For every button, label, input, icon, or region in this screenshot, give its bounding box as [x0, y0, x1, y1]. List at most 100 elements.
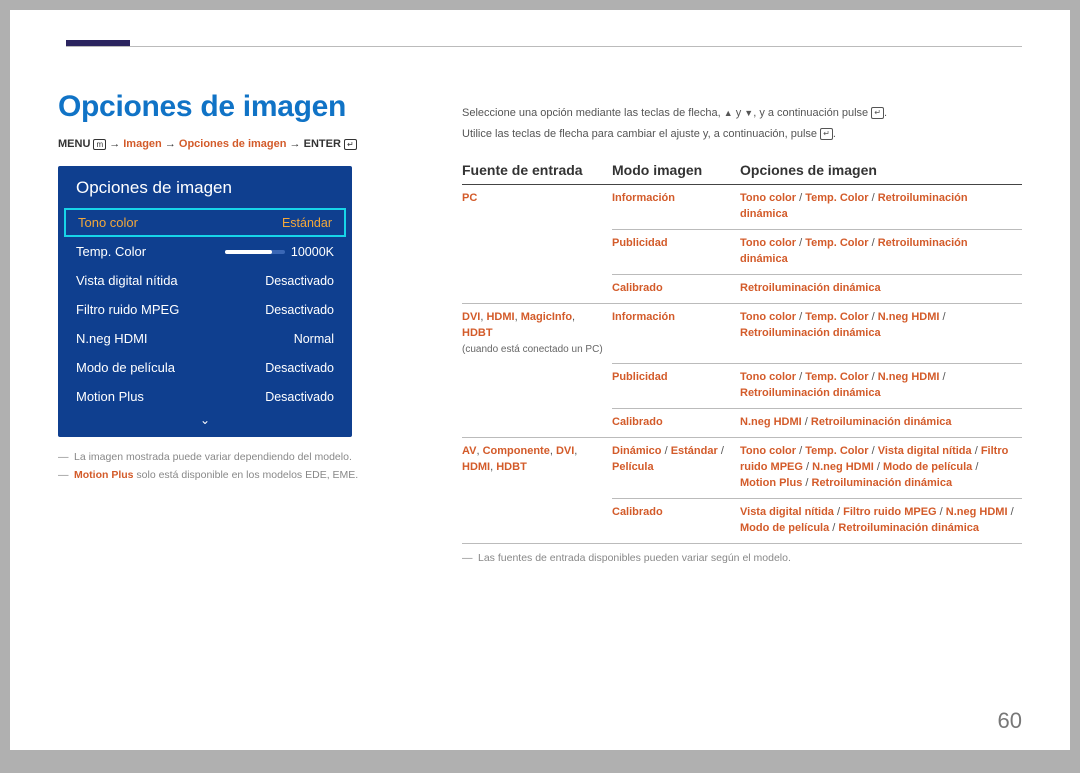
cell-opciones: N.neg HDMI / Retroiluminación dinámica	[740, 408, 1022, 437]
table-row: PublicidadTono color / Temp. Color / Ret…	[462, 229, 1022, 274]
highlight-term: Tono color	[740, 445, 796, 457]
table-row: PCInformaciónTono color / Temp. Color / …	[462, 185, 1022, 230]
table-row: Calibrado N.neg HDMI / Retroiluminación d…	[462, 408, 1022, 437]
highlight-term: DVI	[556, 445, 574, 457]
cell-modo: Información	[612, 303, 740, 363]
osd-row-label: Filtro ruido MPEG	[76, 302, 179, 317]
th-opciones: Opciones de imagen	[740, 156, 1022, 185]
highlight-term: Retroiluminación dinámica	[740, 282, 881, 294]
highlight-term: Calibrado	[612, 416, 663, 428]
highlight-term: N.neg HDMI	[812, 461, 874, 473]
osd-row: Motion PlusDesactivado	[58, 382, 352, 411]
arrow-down-icon	[744, 107, 753, 119]
cell-fuente	[462, 498, 612, 543]
highlight-term: Motion Plus	[740, 477, 802, 489]
highlight-term: Tono color	[740, 311, 796, 323]
highlight-term: Publicidad	[612, 237, 668, 249]
highlight-term: HDBT	[496, 461, 527, 473]
osd-row: Modo de película Desactivado	[58, 353, 352, 382]
highlight-term: Película	[612, 461, 654, 473]
table-footnote: Las fuentes de entrada disponibles puede…	[462, 552, 1022, 564]
chevron-down-icon: ⌄	[58, 411, 352, 433]
right-column: Seleccione una opción mediante las tecla…	[462, 105, 1022, 564]
osd-row: Filtro ruido MPEGDesactivado	[58, 295, 352, 324]
cell-fuente	[462, 274, 612, 303]
th-fuente: Fuente de entrada	[462, 156, 612, 185]
osd-row: Temp. Color10000K	[58, 237, 352, 266]
osd-row-label: Modo de película	[76, 360, 175, 375]
cell-fuente-note: (cuando está conectado un PC)	[462, 344, 603, 355]
osd-row: Vista digital nítidaDesactivado	[58, 266, 352, 295]
crumb-menu: MENU	[58, 138, 90, 150]
cell-modo: Publicidad	[612, 229, 740, 274]
cell-modo: Calibrado	[612, 274, 740, 303]
cell-modo: Información	[612, 185, 740, 230]
highlight-term: DVI	[462, 311, 480, 323]
osd-row-value: Desactivado	[265, 361, 334, 375]
cell-opciones: Tono color / Temp. Color / N.neg HDMI / …	[740, 364, 1022, 409]
cell-opciones: Retroiluminación dinámica	[740, 274, 1022, 303]
highlight-term: Calibrado	[612, 506, 663, 518]
cell-modo: Publicidad	[612, 364, 740, 409]
cell-opciones: Tono color / Temp. Color / Retroiluminac…	[740, 185, 1022, 230]
enter-icon: ↵	[344, 139, 357, 150]
highlight-term: HDBT	[462, 327, 493, 339]
osd-title: Opciones de imagen	[58, 166, 352, 208]
highlight-term: Información	[612, 192, 675, 204]
manual-page: Opciones de imagen MENU m → Imagen → Opc…	[10, 10, 1070, 750]
highlight-term: Temp. Color	[805, 237, 868, 249]
highlight-term: AV	[462, 445, 476, 457]
highlight-term: HDMI	[462, 461, 490, 473]
crumb-opciones: Opciones de imagen	[179, 138, 287, 150]
osd-row-value: Estándar	[282, 216, 332, 230]
instruction-2: Utilice las teclas de flecha para cambia…	[462, 126, 1022, 143]
highlight-term: MagicInfo	[521, 311, 572, 323]
menu-icon: m	[93, 139, 106, 150]
highlight-term: Vista digital nítida	[878, 445, 972, 457]
highlight-term: Información	[612, 311, 675, 323]
page-number: 60	[998, 708, 1022, 734]
highlight-term: Estándar	[671, 445, 718, 457]
highlight-term: Retroiluminación dinámica	[811, 416, 952, 428]
highlight-term: Filtro ruido MPEG	[843, 506, 937, 518]
highlight-term: N.neg HDMI	[946, 506, 1008, 518]
osd-row: N.neg HDMI Normal	[58, 324, 352, 353]
highlight-term: Temp. Color	[805, 311, 868, 323]
table-row: AV, Componente, DVI, HDMI, HDBTDinámico …	[462, 437, 1022, 498]
cell-opciones: Vista digital nítida / Filtro ruido MPEG…	[740, 498, 1022, 543]
cell-modo: Calibrado	[612, 408, 740, 437]
cell-fuente: AV, Componente, DVI, HDMI, HDBT	[462, 437, 612, 498]
cell-opciones: Tono color / Temp. Color / Vista digital…	[740, 437, 1022, 498]
osd-row-value: Normal	[294, 332, 334, 346]
highlight-term: Tono color	[740, 192, 796, 204]
highlight-term: Retroiluminación dinámica	[838, 522, 979, 534]
osd-row-label: Vista digital nítida	[76, 273, 178, 288]
crumb-imagen: Imagen	[123, 138, 162, 150]
enter-icon: ↵	[871, 107, 884, 119]
arrow-up-icon	[724, 107, 733, 119]
arrow-icon: →	[165, 138, 176, 150]
instruction-1: Seleccione una opción mediante las tecla…	[462, 105, 1022, 122]
highlight-term: HDMI	[486, 311, 514, 323]
highlight-term: Temp. Color	[805, 371, 868, 383]
highlight-term: Dinámico	[612, 445, 662, 457]
arrow-icon: →	[109, 138, 120, 150]
highlight-term: Componente	[483, 445, 550, 457]
osd-menu-panel: Opciones de imagen Tono colorEstándarTem…	[58, 166, 352, 437]
highlight-term: Temp. Color	[805, 192, 868, 204]
osd-row: Tono colorEstándar	[64, 208, 346, 237]
highlight-term: Retroiluminación dinámica	[740, 387, 881, 399]
highlight-term: Temp. Color	[805, 445, 868, 457]
crumb-enter: ENTER	[304, 138, 341, 150]
cell-fuente	[462, 408, 612, 437]
osd-row-label: N.neg HDMI	[76, 331, 148, 346]
osd-row-value: 10000K	[291, 245, 334, 259]
osd-row-label: Motion Plus	[76, 389, 144, 404]
cell-fuente	[462, 229, 612, 274]
table-header-row: Fuente de entrada Modo imagen Opciones d…	[462, 156, 1022, 185]
header-rule	[66, 46, 1022, 47]
highlight-term: N.neg HDMI	[740, 416, 802, 428]
highlight-term: Retroiluminación dinámica	[740, 327, 881, 339]
highlight-term: Retroiluminación dinámica	[812, 477, 953, 489]
footnote-2-strong: Motion Plus	[74, 469, 134, 481]
